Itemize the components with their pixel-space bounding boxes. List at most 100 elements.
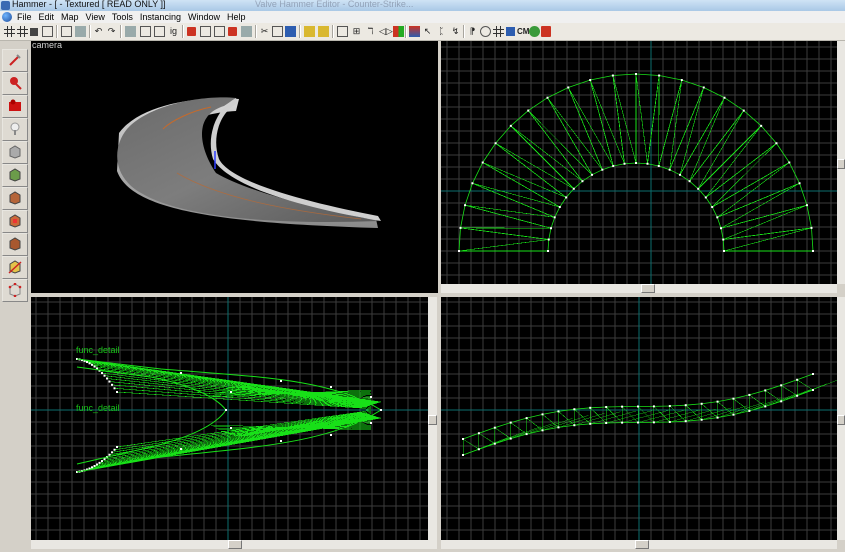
quarter-grid-icon[interactable]: ⊞ — [351, 26, 362, 37]
menu-window[interactable]: Window — [188, 11, 225, 23]
vertex-handle — [573, 408, 576, 411]
top-view-hscroll[interactable] — [441, 284, 837, 293]
tool-palette — [0, 41, 31, 552]
check-map-icon[interactable]: ᛈ — [436, 26, 447, 37]
vertex-handle — [330, 386, 332, 388]
grid-properties-icon[interactable] — [493, 26, 504, 37]
ungroup-icon[interactable] — [154, 26, 165, 37]
vertex-handle — [280, 440, 282, 442]
side-2d-viewport[interactable] — [441, 297, 837, 540]
vertex-handle — [637, 405, 639, 408]
leaf-icon[interactable] — [529, 26, 540, 37]
vertex-handle — [86, 361, 88, 363]
vertex-handle — [796, 394, 799, 397]
apply-texture-tool[interactable] — [2, 187, 28, 210]
vertex-handle — [716, 400, 719, 403]
radius-culling-icon[interactable] — [409, 26, 420, 37]
3d-grid-icon[interactable] — [42, 26, 53, 37]
texture-tool[interactable] — [2, 164, 28, 187]
paste-icon[interactable] — [285, 26, 296, 37]
vertex-handle — [330, 434, 332, 436]
menu-tools[interactable]: Tools — [112, 11, 138, 23]
vertex-handle — [700, 418, 703, 421]
menu-view[interactable]: View — [86, 11, 110, 23]
move-to-world-icon[interactable] — [241, 26, 252, 37]
grid-smaller-icon[interactable] — [17, 26, 28, 37]
camera-viewport[interactable]: camera — [31, 41, 438, 293]
show-all-icon[interactable] — [214, 26, 225, 37]
front-view-vscroll[interactable] — [428, 297, 437, 540]
magnify-tool[interactable] — [2, 72, 28, 95]
vertex-handle — [370, 396, 372, 398]
brush-diagonal — [494, 427, 511, 439]
menu-map[interactable]: Map — [61, 11, 84, 23]
front-2d-viewport[interactable]: func_detail func_detail — [31, 297, 428, 540]
decal-tool[interactable] — [2, 210, 28, 233]
front-view-hscroll[interactable] — [31, 540, 437, 549]
brush-edge — [460, 227, 549, 240]
vertex-tool[interactable] — [2, 279, 28, 302]
vertex-handle — [558, 206, 561, 208]
vertex-handle — [635, 162, 637, 164]
brush-diagonal — [478, 433, 495, 444]
hide-unselected-icon[interactable] — [200, 26, 211, 37]
vertex-handle — [380, 409, 382, 411]
vertex-handle — [637, 421, 639, 424]
texture-lock-2-icon[interactable] — [318, 26, 329, 37]
side-view-vscroll[interactable] — [837, 297, 845, 540]
brush-edge — [567, 87, 603, 170]
document-icon[interactable] — [2, 12, 12, 22]
grid-larger-icon[interactable] — [30, 28, 38, 36]
hide-selected-icon[interactable] — [187, 27, 196, 36]
vertex-handle — [180, 372, 182, 374]
brush-edge — [472, 182, 555, 218]
cut-icon[interactable]: ✂ — [259, 26, 270, 37]
vertex-handle — [494, 142, 497, 145]
vertex-handle — [605, 406, 608, 409]
top-2d-viewport[interactable] — [441, 41, 837, 284]
globe-icon[interactable] — [480, 26, 491, 37]
texture-lock-icon[interactable] — [75, 26, 86, 37]
tie-to-entity-icon[interactable] — [228, 27, 237, 36]
run-stop-icon[interactable] — [541, 26, 551, 37]
entity-report-icon[interactable]: ↯ — [450, 26, 461, 37]
vertex-handle — [652, 421, 655, 424]
brush-edge — [589, 79, 614, 167]
toggle-grid-icon[interactable] — [61, 26, 72, 37]
flip-icon[interactable]: ◁▷ — [379, 26, 393, 37]
vertex-handle — [525, 433, 528, 436]
redo-icon[interactable]: ↷ — [106, 26, 117, 37]
carve-icon[interactable] — [125, 26, 136, 37]
window-title: Hammer - [ - Textured [ READ ONLY ]] — [12, 0, 166, 9]
entity-tool[interactable] — [2, 118, 28, 141]
copy-icon[interactable] — [272, 26, 283, 37]
selection-box-icon[interactable] — [337, 26, 348, 37]
snap-to-grid-icon[interactable] — [304, 26, 315, 37]
vertex-handle — [493, 426, 496, 429]
undo-icon[interactable]: ↶ — [93, 26, 104, 37]
cm-label[interactable]: CM — [517, 26, 529, 37]
flip-vertical-icon[interactable] — [393, 26, 404, 37]
map-info-icon[interactable]: ⁋ — [467, 26, 478, 37]
camera-tool[interactable] — [2, 95, 28, 118]
run-map-icon[interactable]: ↖ — [422, 26, 433, 37]
grid-icon[interactable] — [4, 26, 15, 37]
clip-icon — [8, 260, 22, 274]
clipping-tool[interactable] — [2, 256, 28, 279]
menu-file[interactable]: File — [17, 11, 37, 23]
block-tool[interactable] — [2, 141, 28, 164]
cubemap-icon[interactable] — [506, 27, 515, 36]
menu-help[interactable]: Help — [227, 11, 251, 23]
side-view-hscroll[interactable] — [441, 540, 837, 549]
group-icon[interactable] — [140, 26, 151, 37]
menu-edit[interactable]: Edit — [39, 11, 60, 23]
ignore-groups-icon[interactable]: ig — [168, 26, 179, 37]
vertex-handle — [101, 372, 103, 375]
vertex-handle — [716, 216, 719, 219]
menu-instancing[interactable]: Instancing — [140, 11, 186, 23]
align-icon[interactable]: ℸ — [365, 26, 376, 37]
overlay-tool[interactable] — [2, 233, 28, 256]
top-view-vscroll[interactable] — [837, 41, 845, 284]
brush-diagonal — [669, 79, 683, 170]
selection-tool[interactable] — [2, 49, 28, 72]
